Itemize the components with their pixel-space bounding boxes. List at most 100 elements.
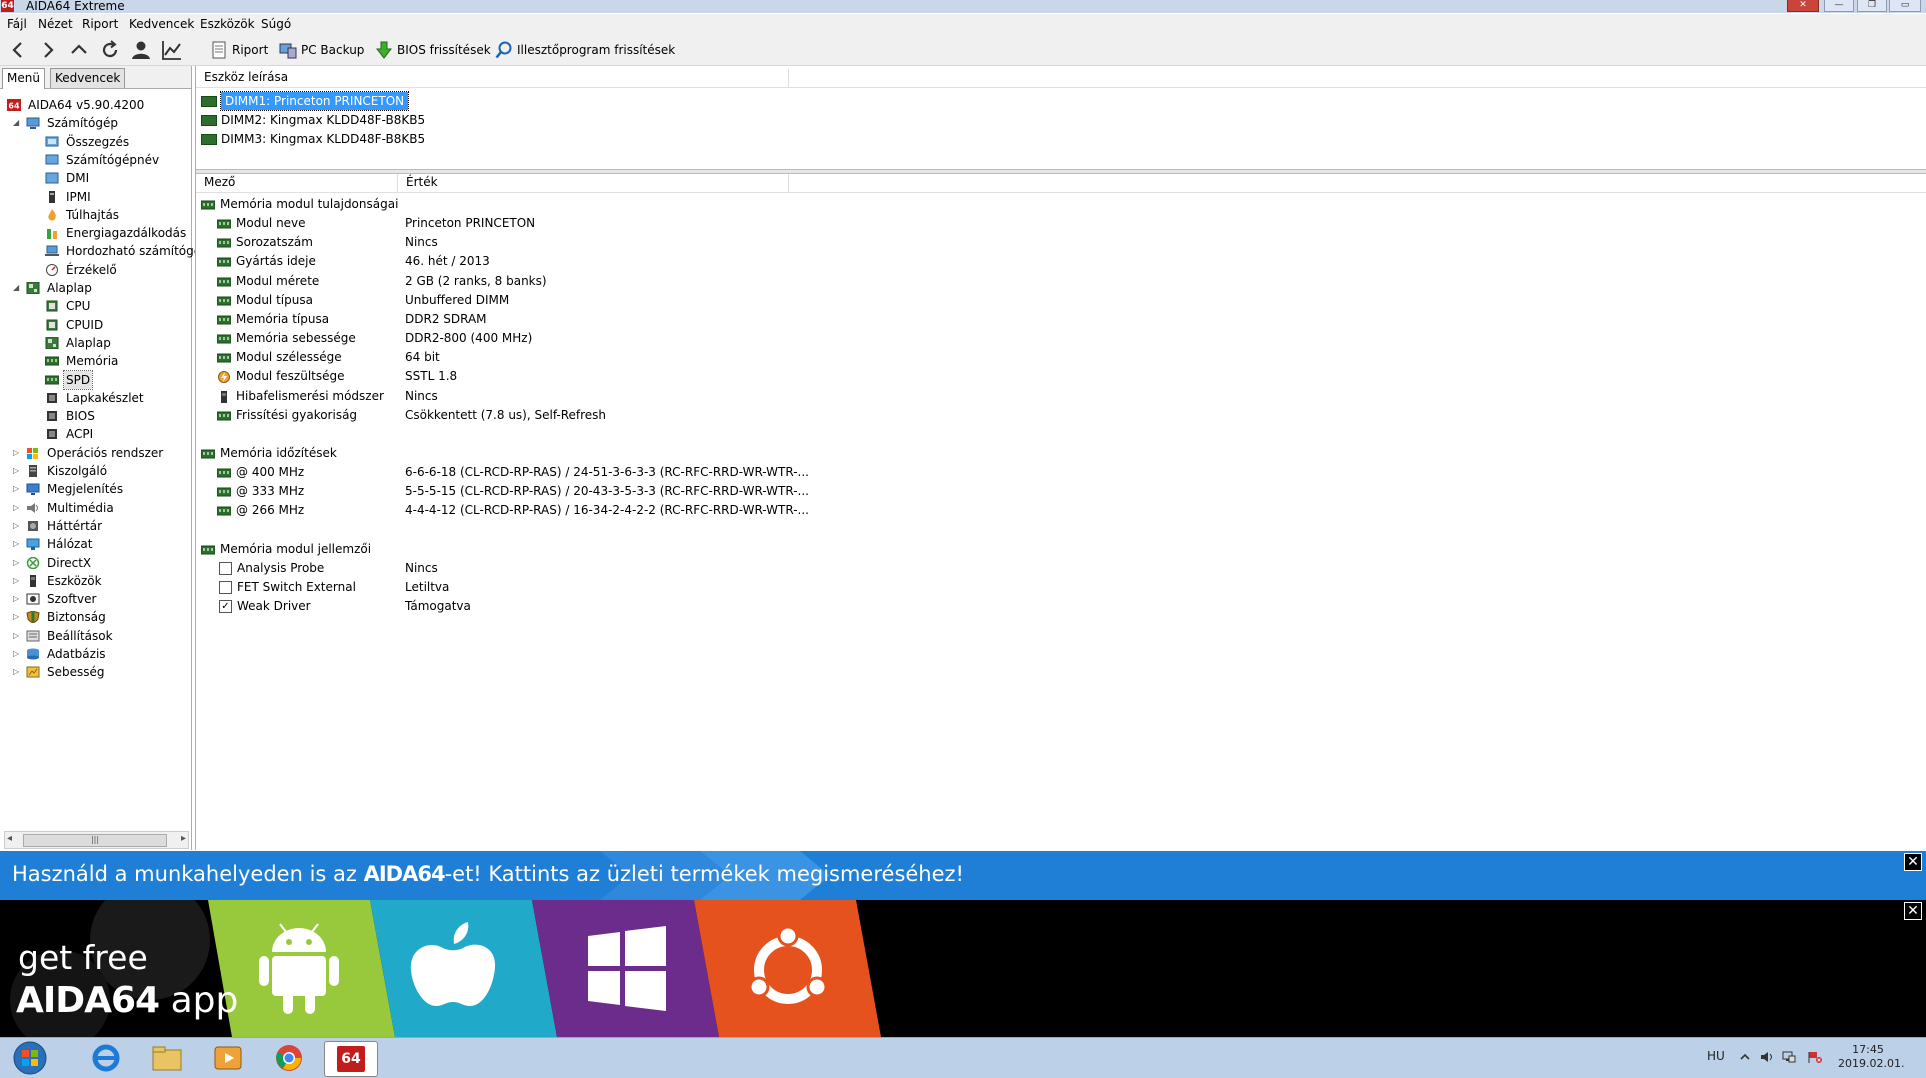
tree-item[interactable]: ▷ Adatbázis — [0, 645, 190, 663]
tree-horizontal-scrollbar[interactable]: ◂ ||| ▸ — [4, 831, 189, 849]
tree-item[interactable]: ▷ Multimédia — [0, 499, 190, 517]
detail-row[interactable]: Modul típusa Unbuffered DIMM — [217, 291, 1217, 310]
tree-item[interactable]: ACPI — [0, 425, 190, 443]
taskbar-internet-explorer[interactable] — [80, 1041, 132, 1075]
report-button[interactable]: Riport — [210, 40, 268, 60]
tree-item[interactable]: DMI — [0, 169, 190, 187]
tree-item[interactable]: IPMI — [0, 188, 190, 206]
value-column-header[interactable]: Érték — [398, 174, 789, 192]
tree-item[interactable]: BIOS — [0, 407, 190, 425]
detail-row[interactable]: Frissítési gyakoriság Csökkentett (7.8 us… — [217, 406, 1217, 425]
collapse-arrow-icon[interactable]: ◢ — [13, 119, 21, 127]
tree-item[interactable]: ▷ Eszközök — [0, 572, 190, 590]
expand-arrow-icon[interactable]: ▷ — [13, 613, 21, 621]
taskbar-file-explorer[interactable] — [141, 1041, 193, 1075]
expand-arrow-icon[interactable]: ▷ — [13, 504, 21, 512]
menu-file[interactable]: Fájl — [7, 17, 27, 31]
device-list-item[interactable]: DIMM2: Kingmax KLDD48F-B8KB5 — [201, 111, 425, 129]
taskbar-aida64[interactable]: 64 — [324, 1041, 378, 1077]
expand-arrow-icon[interactable]: ▷ — [13, 540, 21, 548]
expand-arrow-icon[interactable]: ▷ — [13, 559, 21, 567]
device-list-item[interactable]: DIMM3: Kingmax KLDD48F-B8KB5 — [201, 130, 425, 148]
detail-row[interactable]: Modul mérete 2 GB (2 ranks, 8 banks) — [217, 272, 1217, 291]
up-button[interactable] — [67, 38, 91, 62]
field-column-header[interactable]: Mező — [196, 174, 398, 192]
tree-item[interactable]: ▷ DirectX — [0, 554, 190, 572]
language-indicator[interactable]: HU — [1707, 1049, 1725, 1063]
tree-item[interactable]: ▷ Sebesség — [0, 663, 190, 681]
back-button[interactable] — [6, 38, 30, 62]
taskbar-chrome[interactable] — [263, 1041, 315, 1075]
tab-favorites[interactable]: Kedvencek — [50, 68, 126, 88]
restore-window-button[interactable]: ❐ — [1857, 0, 1887, 12]
close-app-ad-button[interactable]: ✕ — [1904, 902, 1922, 920]
menu-favorites[interactable]: Kedvencek — [129, 17, 194, 31]
expand-arrow-icon[interactable]: ▷ — [13, 485, 21, 493]
detail-row[interactable]: Hibafelismerési módszer Nincs — [217, 387, 1217, 406]
tree-item[interactable]: ◢ Alaplap — [0, 279, 190, 297]
user-button[interactable] — [129, 38, 153, 62]
pc-backup-button[interactable]: PC Backup — [279, 40, 364, 60]
system-clock[interactable]: 17:45 2019.02.01. — [1838, 1043, 1904, 1071]
collapse-arrow-icon[interactable]: ◢ — [13, 284, 21, 292]
tree-item[interactable]: CPUID — [0, 316, 190, 334]
tree-item[interactable]: Lapkakészlet — [0, 389, 190, 407]
detail-row[interactable]: ✓ Weak Driver Támogatva — [219, 597, 1219, 616]
tree-item[interactable]: Túlhajtás — [0, 206, 190, 224]
start-button[interactable] — [4, 1041, 56, 1075]
detail-row[interactable]: FET Switch External Letiltva — [219, 578, 1219, 597]
bios-update-button[interactable]: BIOS frissítések — [375, 40, 491, 60]
tree-item[interactable]: ▷ Beállítások — [0, 627, 190, 645]
tree-item[interactable]: Alaplap — [0, 334, 190, 352]
expand-arrow-icon[interactable]: ▷ — [13, 650, 21, 658]
detail-row[interactable]: Sorozatszám Nincs — [217, 233, 1217, 252]
menu-help[interactable]: Súgó — [261, 17, 291, 31]
close-window-button[interactable]: ✕ — [1787, 0, 1819, 12]
detail-row[interactable]: @ 333 MHz 5-5-5-15 (CL-RCD-RP-RAS) / 20-4… — [217, 482, 1217, 501]
expand-arrow-icon[interactable]: ▷ — [13, 577, 21, 585]
menu-tools[interactable]: Eszközök — [200, 17, 255, 31]
menu-report[interactable]: Riport — [82, 17, 118, 31]
tree-item[interactable]: ▷ Megjelenítés — [0, 480, 190, 498]
menu-view[interactable]: Nézet — [38, 17, 73, 31]
scroll-right-arrow-icon[interactable]: ▸ — [181, 833, 186, 844]
detail-row[interactable]: Memória sebessége DDR2-800 (400 MHz) — [217, 329, 1217, 348]
tree-item[interactable]: ◢ Számítógép — [0, 114, 190, 132]
detail-row[interactable]: Analysis Probe Nincs — [219, 559, 1219, 578]
tree-item[interactable]: Energiagazdálkodás — [0, 224, 190, 242]
driver-update-button[interactable]: Illesztőprogram frissítések — [495, 40, 675, 60]
tree-item[interactable]: ▷ Biztonság — [0, 608, 190, 626]
maximize-window-button[interactable]: ▭ — [1889, 0, 1921, 12]
action-center-flag-icon[interactable] — [1808, 1050, 1822, 1064]
refresh-button[interactable] — [98, 38, 122, 62]
detail-row[interactable]: Gyártás ideje 46. hét / 2013 — [217, 252, 1217, 271]
scroll-left-arrow-icon[interactable]: ◂ — [7, 833, 12, 844]
forward-button[interactable] — [36, 38, 60, 62]
tree-item[interactable]: SPD — [0, 370, 190, 390]
detail-row[interactable]: @ 400 MHz 6-6-6-18 (CL-RCD-RP-RAS) / 24-5… — [217, 463, 1217, 482]
scrollbar-thumb[interactable]: ||| — [23, 834, 167, 847]
expand-arrow-icon[interactable]: ▷ — [13, 595, 21, 603]
minimize-window-button[interactable]: — — [1824, 0, 1854, 12]
expand-arrow-icon[interactable]: ▷ — [13, 522, 21, 530]
tab-menu[interactable]: Menü — [2, 68, 45, 89]
business-ad-banner[interactable]: Használd a munkahelyeden is az AIDA64-et… — [0, 851, 1926, 900]
close-banner-button[interactable]: ✕ — [1904, 853, 1922, 871]
taskbar-media-player[interactable] — [202, 1041, 254, 1075]
tree-item[interactable]: Számítógépnév — [0, 151, 190, 169]
show-hidden-icons-icon[interactable] — [1738, 1050, 1752, 1064]
tree-item[interactable]: CPU — [0, 297, 190, 315]
tree-item[interactable]: ▷ Kiszolgáló — [0, 462, 190, 480]
device-description-column-header[interactable]: Eszköz leírása — [196, 69, 789, 87]
detail-row[interactable]: @ 266 MHz 4-4-4-12 (CL-RCD-RP-RAS) / 16-3… — [217, 501, 1217, 520]
tree-item[interactable]: Hordozható számítógé — [0, 242, 201, 260]
tree-item[interactable]: 64 AIDA64 v5.90.4200 — [0, 96, 190, 114]
chart-button[interactable] — [160, 38, 184, 62]
tree-item[interactable]: ▷ Szoftver — [0, 590, 190, 608]
tree-item[interactable]: Érzékelő — [0, 261, 190, 279]
detail-row[interactable]: Modul szélessége 64 bit — [217, 348, 1217, 367]
detail-row[interactable]: Modul feszültsége SSTL 1.8 — [217, 367, 1217, 386]
tree-item[interactable]: ▷ Háttértár — [0, 517, 190, 535]
tree-item[interactable]: ▷ Operációs rendszer — [0, 444, 190, 462]
detail-row[interactable]: Memória típusa DDR2 SDRAM — [217, 310, 1217, 329]
